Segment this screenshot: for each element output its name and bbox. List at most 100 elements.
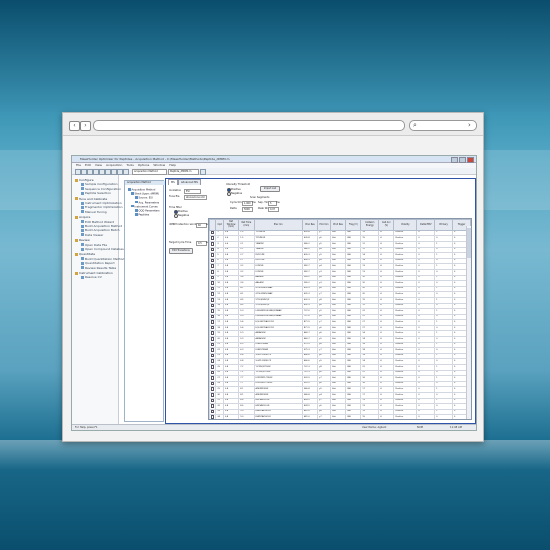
tune-file-select[interactable]: atunes.tune.xml [184, 195, 207, 200]
nav-section-5[interactable]: Instrument Calibration [75, 271, 113, 275]
nav-item[interactable]: Edit Method Wizard [81, 220, 114, 224]
grid-scroll-thumb[interactable] [467, 228, 471, 258]
address-bar[interactable] [93, 120, 405, 131]
tree-node[interactable]: Acquisition Method [128, 188, 155, 191]
row-checkbox[interactable] [210, 371, 215, 375]
row-checkbox[interactable] [210, 404, 215, 408]
method-tree: Acquisition Method Acquisition Method Sta… [124, 180, 165, 422]
row-checkbox[interactable] [210, 331, 215, 336]
nav-section-3[interactable]: Review [75, 238, 90, 242]
row-checkbox[interactable] [210, 348, 215, 352]
column-header[interactable]: Collision Energy [360, 219, 380, 231]
column-header[interactable]: Ret Time (min) [238, 219, 255, 231]
edit-transitions-button[interactable]: Edit Transitions [169, 248, 193, 254]
peak-width-field[interactable]: 0.07 [268, 207, 279, 212]
column-header[interactable]: Cpd [215, 219, 224, 231]
row-checkbox[interactable] [210, 415, 215, 419]
row-checkbox[interactable] [210, 231, 215, 235]
column-header[interactable]: Prec Res [301, 219, 319, 231]
nav-item[interactable]: Manual Tuning [81, 210, 107, 214]
tab-ms[interactable]: MS [168, 179, 178, 185]
go-icon[interactable]: › [468, 121, 471, 130]
column-header[interactable]: Cell Acc (V) [378, 219, 395, 231]
nav-item[interactable]: Peptide Selection [81, 191, 111, 195]
column-header[interactable]: Delta EMV [416, 219, 436, 231]
row-checkbox[interactable] [210, 242, 215, 246]
tree-node[interactable]: Instrument Curves [131, 204, 158, 208]
row-checkbox[interactable] [210, 303, 215, 308]
nav-item[interactable]: Review Results Table [81, 266, 116, 270]
row-checkbox[interactable] [210, 309, 215, 313]
tree-node[interactable]: QQQ Parameters [135, 209, 160, 212]
tree-node[interactable]: Stack (type: dMRM) [131, 192, 159, 195]
column-header[interactable]: Prod Ion [317, 219, 331, 231]
nav-section-4[interactable]: Quantitate [75, 252, 95, 256]
tab-advanced-ms[interactable]: Advanced MS [178, 179, 201, 185]
nav-item[interactable]: Fragmentor Optimization [81, 205, 123, 209]
run-icon[interactable] [123, 169, 129, 175]
row-checkbox[interactable] [210, 343, 215, 347]
nav-item[interactable]: Build Quantitation Method [81, 257, 124, 261]
nav-section-0[interactable]: Configure [75, 178, 94, 182]
column-header[interactable]: Frag (V) [345, 219, 362, 231]
search-box[interactable]: ⌕ › [409, 120, 477, 131]
row-checkbox[interactable] [210, 410, 215, 414]
nav-item[interactable]: Sequence Configuration [81, 187, 121, 191]
help-icon[interactable] [200, 169, 206, 175]
row-checkbox[interactable] [210, 337, 215, 341]
nav-section-label: Tune and Calibrate [79, 196, 108, 201]
nav-item[interactable]: Build Acquisition Batch [81, 228, 120, 232]
nav-item[interactable]: Sample Configuration [81, 182, 118, 186]
nav-item[interactable]: Open Data File [81, 243, 107, 247]
tree-node[interactable]: Acq. Parameters [135, 200, 159, 204]
row-checkbox[interactable] [210, 376, 215, 380]
delta-field[interactable]: 5000 [242, 207, 253, 212]
toolbar-select-mode[interactable]: Acquisition Method [132, 169, 167, 175]
row-checkbox[interactable] [210, 281, 215, 285]
row-checkbox[interactable] [210, 315, 215, 319]
row-checkbox[interactable] [210, 259, 215, 263]
nav-section-2[interactable]: Acquire [75, 215, 90, 219]
column-header[interactable]: Primary [434, 219, 454, 231]
row-checkbox[interactable] [210, 387, 215, 391]
grid-scrollbar[interactable] [466, 226, 471, 419]
nav-item[interactable]: Data Viewer [81, 233, 103, 237]
row-checkbox[interactable] [210, 287, 215, 291]
column-header[interactable]: Prec Ion [253, 219, 303, 231]
forward-button[interactable]: › [80, 121, 91, 131]
row-checkbox[interactable] [210, 270, 215, 274]
nav-item-label: Fragmentor Optimization [85, 205, 123, 210]
row-checkbox[interactable] [210, 399, 215, 403]
row-checkbox[interactable] [210, 247, 215, 252]
task-icon [81, 182, 84, 186]
row-checkbox[interactable] [210, 393, 215, 397]
row-checkbox[interactable] [210, 292, 215, 296]
row-checkbox[interactable] [210, 354, 215, 358]
row-checkbox[interactable] [210, 359, 215, 364]
row-checkbox[interactable] [210, 298, 215, 302]
row-checkbox[interactable] [210, 264, 215, 268]
row-checkbox[interactable] [210, 326, 215, 330]
nav-item[interactable]: Quantitation Report [81, 261, 115, 265]
nav-item[interactable]: Open Compound Database [81, 247, 126, 251]
column-header[interactable]: Polarity [393, 219, 418, 231]
nav-section-1[interactable]: Tune and Calibrate [75, 197, 107, 201]
column-header[interactable]: Ret Window (min) [222, 219, 240, 231]
table-row[interactable]: 34 0.8 9.0 RHPEYAVSVLLR 481.0 y7 Unit 380 15 4 Pos… [209, 414, 471, 419]
column-header[interactable]: Prod Res [329, 219, 347, 231]
nav-item[interactable]: Instrument Optimization [81, 201, 122, 205]
toolbar-select-method[interactable]: Peptide_dMRM.m [168, 169, 199, 175]
row-checkbox[interactable] [210, 382, 215, 386]
nav-item[interactable]: Resolve CV [81, 275, 102, 279]
tree-node[interactable]: Peptides [135, 213, 149, 216]
row-checkbox[interactable] [210, 236, 215, 240]
nav-item[interactable]: Build Acquisition Method [81, 224, 122, 228]
row-checkbox[interactable] [210, 320, 215, 324]
back-button[interactable]: ‹ [69, 121, 80, 131]
ionization-select[interactable]: ESI [184, 189, 201, 194]
import-list-button[interactable]: Import List [260, 186, 280, 192]
tree-node[interactable]: Source: ESI [135, 196, 153, 200]
row-checkbox[interactable] [210, 253, 215, 257]
row-checkbox[interactable] [210, 365, 215, 369]
row-checkbox[interactable] [210, 275, 215, 280]
